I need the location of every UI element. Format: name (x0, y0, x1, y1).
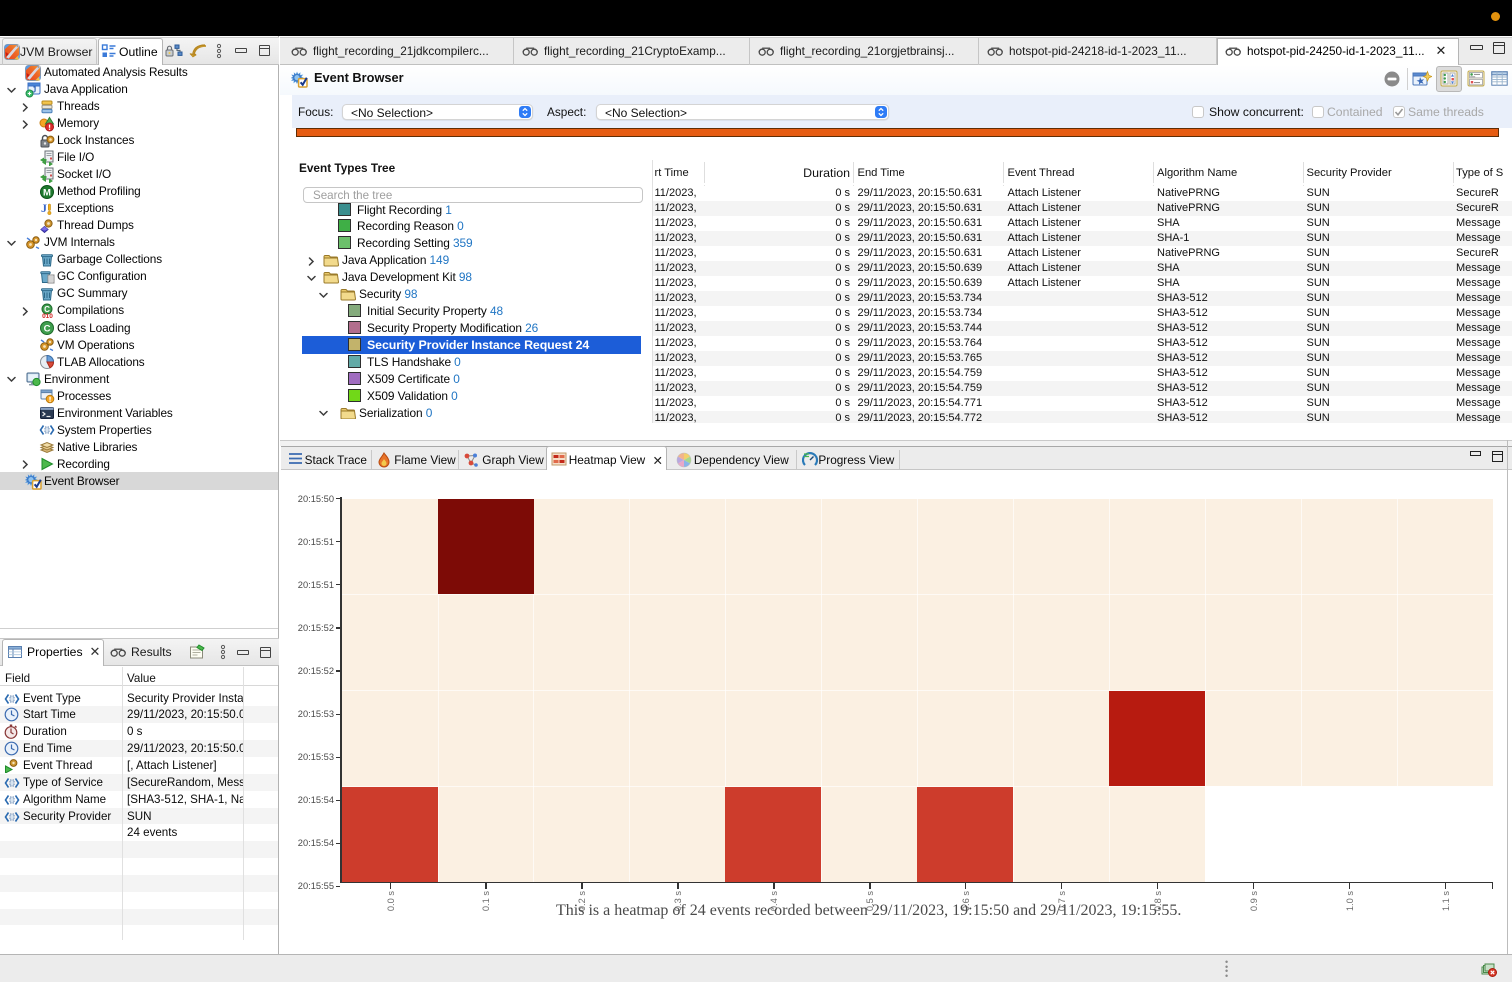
svg-text:M: M (43, 187, 51, 198)
svg-text:C: C (44, 324, 51, 335)
svg-text:J: J (41, 201, 47, 215)
svg-text:010: 010 (42, 313, 53, 319)
